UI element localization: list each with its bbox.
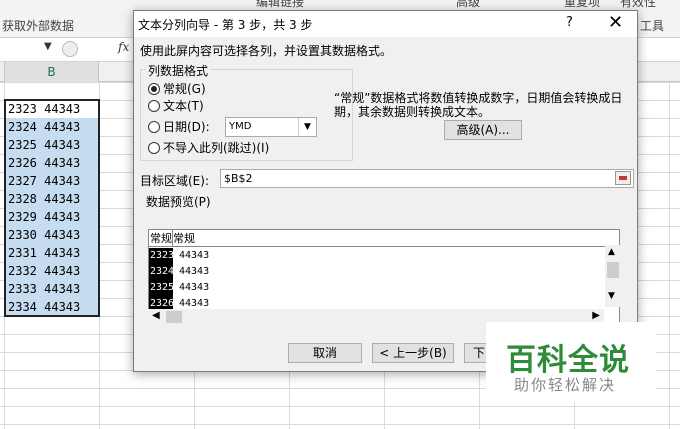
help-button[interactable]: ? [566,15,573,30]
edit-links-button[interactable]: 编辑链接 [256,0,304,10]
text-to-columns-dialog: 文本分列向导 - 第 3 步，共 3 步 ? ✕ 使用此屏内容可选择各列，并设置… [133,10,638,372]
scroll-thumb[interactable] [166,311,182,323]
preview-cell-col2: 44343 [179,266,210,277]
close-icon[interactable]: ✕ [608,12,623,33]
radio-unchecked-icon [148,142,160,154]
dialog-title: 文本分列向导 - 第 3 步，共 3 步 [138,18,313,32]
radio-checked-icon [148,83,160,95]
radio-unchecked-icon [148,121,160,133]
instruction-text: 使用此屏内容可选择各列，并设置其数据格式。 [140,44,393,58]
back-button[interactable]: < 上一步(B) [372,343,454,363]
column-format-title: 列数据格式 [146,62,211,79]
radio-text[interactable]: 文本(T) [148,98,204,114]
chevron-down-icon[interactable]: ▼ [298,118,316,136]
column-header-b[interactable]: B [4,62,99,82]
range-picker-icon[interactable] [615,171,631,185]
preview-label: 数据预览(P) [146,195,211,209]
watermark-subtitle: 助你轻松解决 [514,376,617,394]
preview-cell-col1: 2325 [149,280,173,296]
preview-row: 2324 44343 [149,264,607,280]
preview-header-col2[interactable]: 常规 [173,230,195,247]
date-format-value: YMD [229,121,252,132]
destination-input[interactable]: $B$2 [220,169,634,188]
preview-header-col1[interactable]: 常规 [149,230,172,247]
scroll-right-icon[interactable]: ▶ [592,310,600,321]
watermark-title: 百科全说 [506,343,630,378]
scroll-up-icon[interactable]: ▲ [608,247,615,257]
preview-cell-col1: 2323 [149,248,173,264]
advanced-filter-button[interactable]: 高级 [456,0,480,10]
preview-cell-col1: 2324 [149,264,173,280]
duplicates-button[interactable]: 重复项 [564,0,600,10]
preview-row: 2323 44343 [149,248,607,264]
radio-general[interactable]: 常规(G) [148,81,206,97]
preview-header[interactable]: 常规 常规 [149,230,607,247]
formula-options-icon[interactable] [62,41,78,57]
selected-range-border [4,99,100,317]
dialog-titlebar[interactable]: 文本分列向导 - 第 3 步，共 3 步 ? ✕ [134,11,637,37]
radio-skip[interactable]: 不导入此列(跳过)(I) [148,140,269,156]
preview-cell-col2: 44343 [179,282,210,293]
fx-icon[interactable]: fx [118,40,129,54]
cancel-button[interactable]: 取消 [288,343,362,363]
destination-value: $B$2 [224,172,253,185]
radio-date[interactable]: 日期(D): [148,119,210,135]
scroll-thumb[interactable] [607,262,619,278]
radio-date-label: 日期(D): [163,120,210,134]
preview-row: 2325 44343 [149,280,607,296]
validation-button[interactable]: 有效性 [620,0,656,10]
namebox-dropdown-icon[interactable]: ▼ [44,41,52,52]
preview-vertical-scrollbar[interactable]: ▲ ▼ [605,245,621,307]
date-format-select[interactable]: YMD ▼ [225,117,317,137]
get-external-data-group[interactable]: 获取外部数据 [2,17,74,34]
preview-cell-col2: 44343 [179,250,210,261]
scroll-down-icon[interactable]: ▼ [608,291,615,301]
format-description: “常规”数据格式将数值转换成数字，日期值会转换成日期，其余数据则转换成文本。 [334,91,623,119]
advanced-button[interactable]: 高级(A)... [444,120,522,140]
watermark-logo: 百科全说 助你轻松解决 [486,322,656,402]
radio-text-label: 文本(T) [163,99,204,113]
radio-general-label: 常规(G) [163,82,206,96]
radio-skip-label: 不导入此列(跳过)(I) [163,141,270,155]
data-tools-group[interactable]: 工具 [640,17,664,34]
radio-unchecked-icon [148,100,160,112]
destination-label: 目标区域(E): [140,174,209,188]
scroll-left-icon[interactable]: ◀ [152,310,160,321]
